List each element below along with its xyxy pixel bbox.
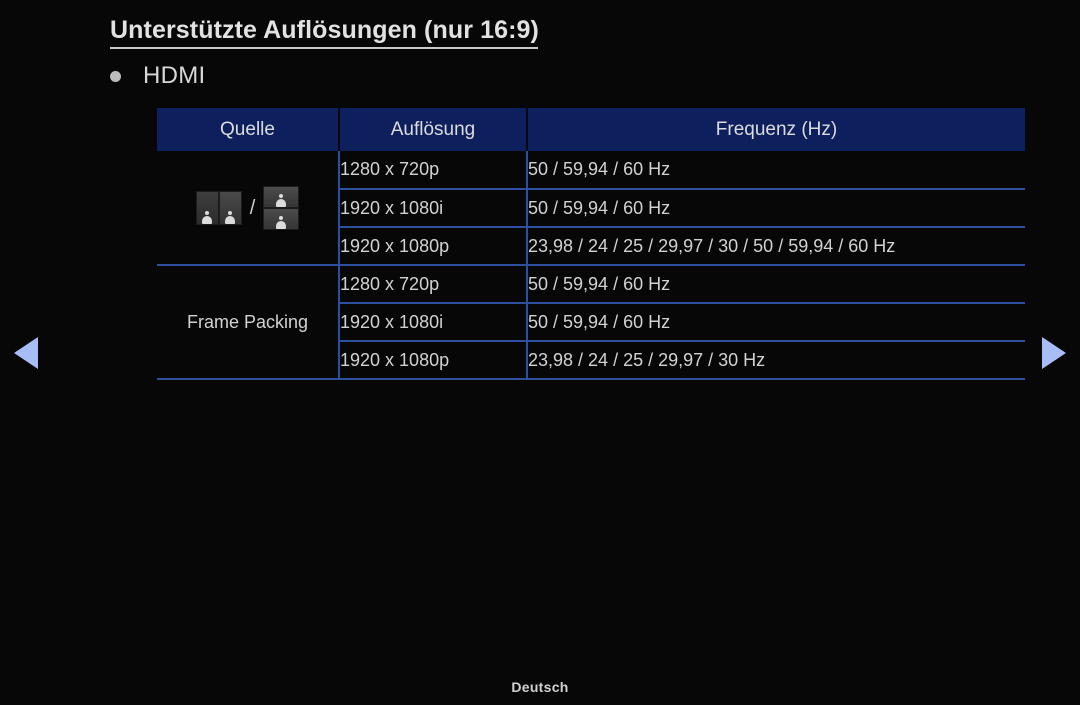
table-header-row: Quelle Auflösung Frequenz (Hz) xyxy=(157,108,1025,151)
e-manual-screen: Unterstützte Auflösungen (nur 16:9) HDMI… xyxy=(0,0,1080,705)
person-silhouette-icon xyxy=(202,210,213,224)
top-bottom-bottom-pane xyxy=(263,207,300,230)
bullet-dot-icon xyxy=(110,70,121,82)
supported-resolutions-table: Quelle Auflösung Frequenz (Hz) / 1280 x … xyxy=(157,108,1025,380)
source-icon-separator: / xyxy=(249,196,256,219)
resolution-cell: 1920 x 1080i xyxy=(339,189,528,228)
footer-language-label: Deutsch xyxy=(511,679,569,695)
source-icon-pair: / xyxy=(157,185,338,230)
column-header-resolution: Auflösung xyxy=(339,108,528,151)
resolution-cell: 1280 x 720p xyxy=(339,265,528,304)
person-silhouette-icon xyxy=(276,215,287,229)
side-by-side-right-pane xyxy=(218,190,242,225)
table-row: / 1280 x 720p 50 / 59,94 / 60 Hz xyxy=(157,151,1025,266)
side-by-side-3d-icon xyxy=(195,190,242,225)
person-silhouette-icon xyxy=(225,210,236,224)
frequency-cell: 50 / 59,94 / 60 Hz xyxy=(527,151,1025,190)
frequency-cell: 23,98 / 24 / 25 / 29,97 / 30 / 50 / 59,9… xyxy=(527,227,1025,266)
page-title: Unterstützte Auflösungen (nur 16:9) xyxy=(110,16,539,44)
column-header-frequency: Frequenz (Hz) xyxy=(527,108,1025,151)
section-bullet-label: HDMI xyxy=(143,62,206,89)
title-underline-divider xyxy=(110,47,538,49)
frequency-cell: 50 / 59,94 / 60 Hz xyxy=(527,265,1025,304)
source-cell-frame-packing: Frame Packing xyxy=(157,265,340,380)
resolution-cell: 1920 x 1080i xyxy=(339,303,528,342)
frequency-cell: 50 / 59,94 / 60 Hz xyxy=(527,189,1025,228)
table-row: Frame Packing 1280 x 720p 50 / 59,94 / 6… xyxy=(157,265,1025,380)
frequency-cell: 50 / 59,94 / 60 Hz xyxy=(527,303,1025,342)
resolution-cell: 1920 x 1080p xyxy=(339,227,528,266)
resolution-cell: 1280 x 720p xyxy=(339,151,528,190)
resolution-cell: 1920 x 1080p xyxy=(339,341,528,380)
frequency-cell: 23,98 / 24 / 25 / 29,97 / 30 Hz xyxy=(527,341,1025,380)
side-by-side-left-pane xyxy=(195,190,219,225)
triangle-right-icon[interactable] xyxy=(1042,337,1066,369)
column-header-source: Quelle xyxy=(157,108,340,151)
section-bullet-row: HDMI xyxy=(110,62,206,90)
top-bottom-top-pane xyxy=(263,185,300,208)
table-body: / 1280 x 720p 50 / 59,94 / 60 Hz 1920 x … xyxy=(157,151,1025,380)
table-header: Quelle Auflösung Frequenz (Hz) xyxy=(157,108,1025,151)
top-bottom-3d-icon xyxy=(263,185,300,230)
triangle-left-icon[interactable] xyxy=(14,337,38,369)
source-cell-3d-formats: / xyxy=(157,151,340,266)
person-silhouette-icon xyxy=(276,193,287,207)
